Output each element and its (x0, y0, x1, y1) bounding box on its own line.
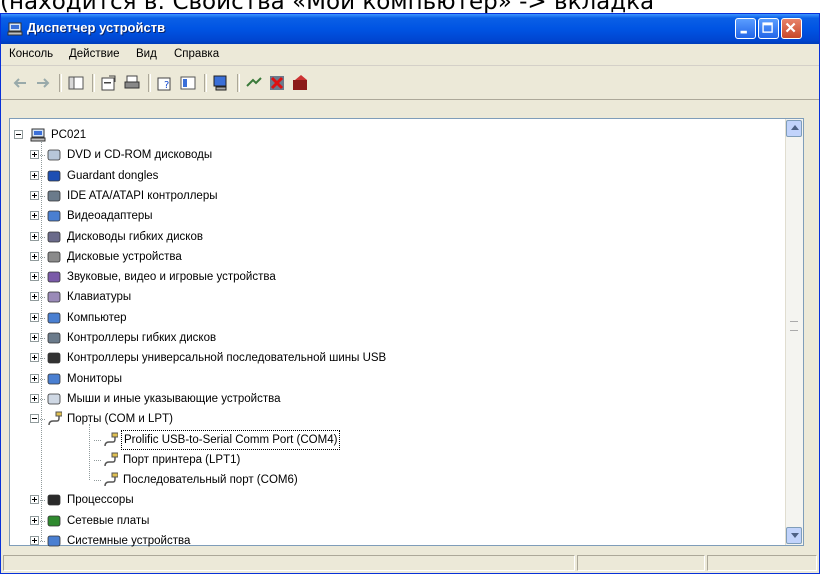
tree-item-floppy-controller[interactable]: Контроллеры гибких дисков (10, 328, 780, 348)
tree-item-floppy-drive[interactable]: Дисководы гибких дисков (10, 227, 780, 247)
close-button[interactable] (781, 18, 802, 39)
minimize-button[interactable] (735, 18, 756, 39)
menu-bar: Консоль Действие Вид Справка (1, 44, 819, 66)
print-icon[interactable] (123, 74, 141, 92)
system-device-icon (46, 533, 62, 549)
scroll-up-button[interactable] (786, 120, 802, 137)
tree-item-label: Дисководы гибких дисков (67, 230, 203, 243)
forward-arrow-icon[interactable] (34, 74, 52, 92)
tree-item-processor[interactable]: Процессоры (10, 490, 780, 510)
tree-item-label: Порт принтера (LPT1) (123, 453, 241, 466)
tree-item-label: DVD и CD-ROM дисководы (67, 149, 213, 162)
dongle-icon (46, 168, 62, 184)
tree-item-port[interactable]: Порты (COM и LPT) (10, 409, 780, 429)
disable-icon[interactable] (291, 74, 309, 92)
status-pane-middle (577, 555, 705, 571)
tree-item-label: Дисковые устройства (67, 250, 182, 263)
tree-item-port[interactable]: Порт принтера (LPT1) (10, 450, 780, 470)
menu-console[interactable]: Консоль (9, 48, 53, 60)
window-title: Диспетчер устройств (27, 20, 166, 35)
tree-item-label: IDE ATA/ATAPI контроллеры (67, 189, 218, 202)
disk-drive-icon (46, 249, 62, 265)
tree-item-label: Мониторы (67, 372, 123, 385)
tree-item-sound[interactable]: Звуковые, видео и игровые устройства (10, 267, 780, 287)
tree-item-label: Компьютер (67, 311, 127, 324)
port-icon (102, 472, 118, 488)
port-icon (102, 432, 118, 448)
help-icon[interactable]: ? (156, 74, 174, 92)
menu-view[interactable]: Вид (136, 48, 157, 60)
computer-icon (7, 21, 23, 37)
tree-item-label: Сетевые платы (67, 514, 150, 527)
tree-item-label: Контроллеры универсальной последовательн… (67, 352, 387, 365)
tree-item-ide-controller[interactable]: IDE ATA/ATAPI контроллеры (10, 186, 780, 206)
menu-action[interactable]: Действие (69, 48, 120, 60)
port-icon (46, 411, 62, 427)
collapse-toggle[interactable] (14, 130, 23, 139)
tree-item-monitor[interactable]: Мониторы (10, 369, 780, 389)
tree-item-port[interactable]: Последовательный порт (COM6) (10, 470, 780, 490)
scan-hardware-icon[interactable] (212, 74, 230, 92)
tree-item-network-card[interactable]: Сетевые платы (10, 511, 780, 531)
tree-item-mouse[interactable]: Мыши и иные указывающие устройства (10, 389, 780, 409)
svg-text:?: ? (164, 80, 169, 91)
tree-item-label: Процессоры (67, 494, 134, 507)
tree-item-label: Клавиатуры (67, 291, 132, 304)
network-card-icon (46, 513, 62, 529)
tree-item-label: Видеоадаптеры (67, 210, 153, 223)
floppy-drive-icon (46, 229, 62, 245)
status-pane-main (3, 555, 575, 571)
keyboard-icon (46, 289, 62, 305)
floppy-controller-icon (46, 330, 62, 346)
display-adapter-icon (46, 208, 62, 224)
tree-item-label: Prolific USB-to-Serial Comm Port (COM4) (121, 429, 341, 450)
tree-item-disk-drive[interactable]: Дисковые устройства (10, 247, 780, 267)
tree-item-dvd-drive[interactable]: DVD и CD-ROM дисководы (10, 145, 780, 165)
device-tree-pane: PC021 DVD и CD-ROM дисководы Guardant dong… (9, 118, 804, 547)
tree-item-port[interactable]: Prolific USB-to-Serial Comm Port (COM4) (10, 429, 780, 450)
menu-help[interactable]: Справка (174, 48, 219, 60)
view-icon[interactable] (179, 74, 197, 92)
processor-icon (46, 492, 62, 508)
title-bar[interactable]: Диспетчер устройств (1, 14, 819, 44)
port-icon (102, 452, 118, 468)
scrollbar-grip[interactable] (790, 321, 798, 331)
vertical-scrollbar[interactable] (785, 119, 803, 545)
show-hide-tree-icon[interactable] (67, 74, 85, 92)
sound-icon (46, 269, 62, 285)
tree-item-label: Системные устройства (67, 535, 191, 547)
computer-icon (30, 127, 46, 143)
maximize-button[interactable] (758, 18, 779, 39)
computer-icon (46, 310, 62, 326)
tree-item-display-adapter[interactable]: Видеоадаптеры (10, 206, 780, 226)
status-pane-right (707, 555, 817, 571)
mouse-icon (46, 391, 62, 407)
tree-item-label: Мыши и иные указывающие устройства (67, 392, 281, 405)
uninstall-icon[interactable] (268, 74, 286, 92)
device-manager-window: Диспетчер устройств Консоль Действие Вид… (0, 13, 820, 574)
tree-root[interactable]: PC021 (10, 125, 780, 145)
tree-item-label: PC021 (51, 129, 87, 141)
tree-item-label: Последовательный порт (COM6) (123, 474, 298, 487)
tree-item-label: Контроллеры гибких дисков (67, 332, 217, 344)
tree-item-system-device[interactable]: Системные устройства (10, 531, 780, 551)
dvd-drive-icon (46, 147, 62, 163)
tree-item-computer[interactable]: Компьютер (10, 308, 780, 328)
tree-item-dongle[interactable]: Guardant dongles (10, 166, 780, 186)
tree-item-usb[interactable]: Контроллеры универсальной последовательн… (10, 348, 780, 368)
tree-item-label: Порты (COM и LPT) (67, 413, 173, 426)
toolbar: ? (1, 66, 819, 100)
ide-controller-icon (46, 188, 62, 204)
device-tree: PC021 DVD и CD-ROM дисководы Guardant dong… (10, 119, 786, 547)
properties-icon[interactable] (100, 74, 118, 92)
tree-item-label: Guardant dongles (67, 169, 159, 182)
tree-item-keyboard[interactable]: Клавиатуры (10, 287, 780, 307)
usb-icon (46, 350, 62, 366)
update-driver-icon[interactable] (245, 74, 263, 92)
back-arrow-icon[interactable] (11, 74, 29, 92)
status-bar (1, 553, 819, 573)
scroll-down-button[interactable] (786, 527, 802, 544)
monitor-icon (46, 371, 62, 387)
tree-item-label: Звуковые, видео и игровые устройства (67, 271, 276, 284)
